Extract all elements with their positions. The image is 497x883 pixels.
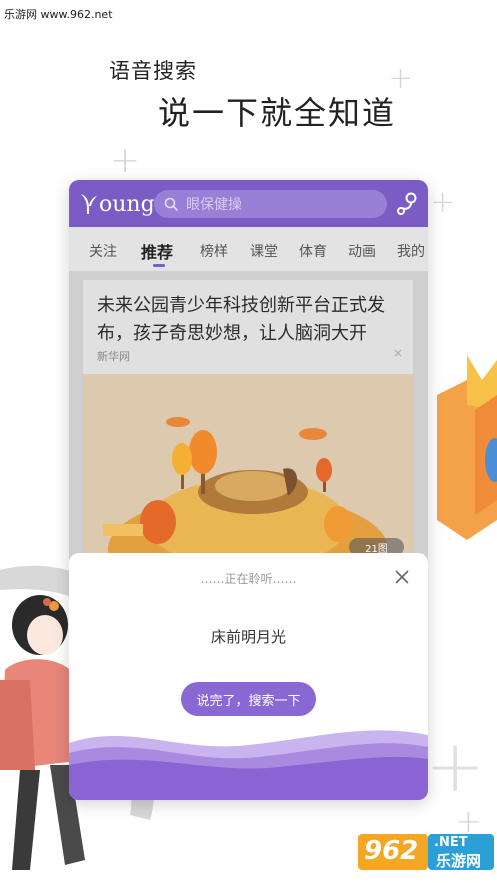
active-tab-indicator bbox=[153, 264, 165, 267]
watermark-logo: 962 .NET 乐游网 bbox=[358, 830, 494, 878]
news-title: 未来公园青少年科技创新平台正式发布，孩子奇思妙想，让人脑洞大开 bbox=[97, 295, 385, 344]
search-placeholder: 眼保健操 bbox=[186, 197, 242, 213]
tab-role-model[interactable]: 榜样 bbox=[200, 241, 228, 261]
tab-sports[interactable]: 体育 bbox=[299, 241, 327, 261]
watermark-suffix: .NET bbox=[434, 835, 468, 850]
tab-follow[interactable]: 关注 bbox=[89, 241, 117, 261]
hero-subtitle: 语音搜索 bbox=[109, 59, 197, 83]
app-logo: oung bbox=[79, 191, 155, 217]
voice-link-icon[interactable] bbox=[396, 192, 418, 216]
recognized-speech-text: 床前明月光 bbox=[210, 628, 286, 646]
search-submit-button[interactable]: 说完了，搜索一下 bbox=[181, 682, 316, 716]
voice-search-panel: ……正在聆听…… 床前明月光 说完了，搜索一下 bbox=[69, 553, 428, 800]
tab-animation[interactable]: 动画 bbox=[348, 241, 376, 261]
plus-decoration-icon: + bbox=[110, 140, 141, 181]
dismiss-icon[interactable]: × bbox=[393, 346, 403, 360]
news-image bbox=[83, 374, 413, 565]
hero-title: 说一下就全知道 bbox=[158, 94, 397, 132]
sound-wave-icon bbox=[69, 730, 428, 800]
autumn-illustration-icon bbox=[103, 417, 388, 565]
app-header: oung 眼保健操 bbox=[69, 180, 428, 227]
news-card[interactable]: 未来公园青少年科技创新平台正式发布，孩子奇思妙想，让人脑洞大开 新华网 × bbox=[83, 280, 413, 565]
listening-status: ……正在聆听…… bbox=[200, 572, 297, 586]
phone-screen: oung 眼保健操 关注 推荐 榜样 课堂 体育 动画 我的 未来公园青少年科技… bbox=[69, 180, 428, 800]
search-icon bbox=[164, 197, 178, 211]
category-tabs: 关注 推荐 榜样 课堂 体育 动画 我的 bbox=[69, 227, 428, 271]
search-input[interactable]: 眼保健操 bbox=[154, 190, 387, 218]
tab-classroom[interactable]: 课堂 bbox=[250, 241, 278, 261]
leaf-logo-icon bbox=[81, 194, 97, 214]
logo-text: oung bbox=[99, 191, 155, 217]
tab-recommend[interactable]: 推荐 bbox=[141, 239, 173, 263]
watermark-brand: 962 bbox=[364, 836, 419, 866]
tab-mine[interactable]: 我的 bbox=[397, 241, 425, 261]
plus-decoration-icon: + bbox=[430, 185, 456, 220]
news-source: 新华网 bbox=[97, 350, 130, 363]
flower-decoration-icon bbox=[437, 355, 497, 540]
close-icon[interactable] bbox=[394, 569, 410, 585]
watermark-cn: 乐游网 bbox=[436, 852, 482, 870]
plus-decoration-icon: + bbox=[425, 724, 486, 808]
plus-decoration-icon: + bbox=[388, 61, 414, 96]
watermark-text: 乐游网 www.962.net bbox=[4, 8, 113, 21]
